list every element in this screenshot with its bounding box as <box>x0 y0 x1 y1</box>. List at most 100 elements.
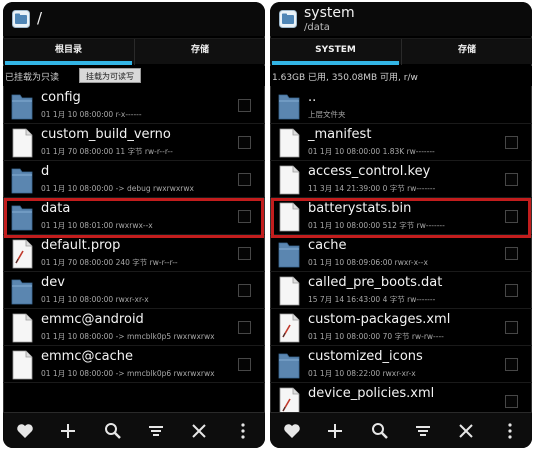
file-row[interactable]: called_pre_boots.dat 15 7月 14 16:43:00 4 … <box>270 273 532 309</box>
close-icon[interactable] <box>189 421 209 441</box>
file-meta: 上层文件夹 <box>308 110 346 119</box>
file-row[interactable]: d 01 1月 10 08:00:00 -> debug rwxrwxrwx <box>3 162 265 198</box>
plus-icon[interactable] <box>58 421 78 441</box>
file-name: access_control.key <box>308 164 431 179</box>
file-name: default.prop <box>41 238 121 253</box>
path-title: / <box>37 9 43 27</box>
folder-icon <box>10 276 34 306</box>
select-checkbox[interactable] <box>238 136 251 149</box>
sort-icon[interactable] <box>413 421 433 441</box>
left-phone-screen: / 根目录 存储 已挂载为只读 挂载为可读写 config 01 1月 10 08… <box>3 2 265 448</box>
file-meta: 11 3月 14 21:39:00 0 字节 rw------- <box>308 184 436 193</box>
file-meta: 01 1月 10 08:00:00 rwxr-xr-x <box>41 295 149 304</box>
mount-bar: 已挂载为只读 挂载为可读写 <box>3 66 265 86</box>
file-name: called_pre_boots.dat <box>308 275 443 290</box>
storage-info: 1.63GB 已用, 350.08MB 可用, r/w <box>272 73 418 83</box>
select-checkbox[interactable] <box>505 247 518 260</box>
file-row[interactable]: dev 01 1月 10 08:00:00 rwxr-xr-x <box>3 273 265 309</box>
file-meta: 01 1月 10 08:00:00 r-x------ <box>41 110 142 119</box>
heart-icon[interactable] <box>282 421 302 441</box>
file-icon <box>10 128 34 158</box>
file-name: dev <box>41 275 65 290</box>
text-file-icon <box>277 313 301 343</box>
file-name: .. <box>308 90 317 105</box>
file-meta: 01 1月 70 08:00:00 240 字节 rw-r--r-- <box>41 258 178 267</box>
more-icon[interactable] <box>500 421 520 441</box>
search-icon[interactable] <box>370 421 390 441</box>
file-row[interactable]: emmc@cache 01 1月 10 08:00:00 -> mmcblk0p6… <box>3 347 265 383</box>
folder-icon <box>277 350 301 380</box>
file-icon <box>277 276 301 306</box>
select-checkbox[interactable] <box>238 173 251 186</box>
folder-icon <box>277 239 301 269</box>
file-list: .. 上层文件夹 _manifest 01 1月 10 08:00:00 1.83K … <box>270 88 532 412</box>
file-row[interactable]: default.prop 01 1月 70 08:00:00 240 字节 rw-… <box>3 236 265 272</box>
select-checkbox[interactable] <box>505 321 518 334</box>
folder-icon <box>277 91 301 121</box>
select-checkbox[interactable] <box>238 247 251 260</box>
more-icon[interactable] <box>233 421 253 441</box>
file-meta: 01 1月 10 08:00:00 -> mmcblk0p6 rwxrwxrwx <box>41 369 215 378</box>
file-name: d <box>41 164 50 179</box>
file-name: emmc@android <box>41 312 144 327</box>
file-name: cache <box>308 238 347 253</box>
select-checkbox[interactable] <box>238 358 251 371</box>
bottom-toolbar <box>270 412 532 448</box>
file-row[interactable]: config 01 1月 10 08:00:00 r-x------ <box>3 88 265 124</box>
file-row[interactable]: device_policies.xml <box>270 384 532 412</box>
select-checkbox[interactable] <box>238 284 251 297</box>
search-icon[interactable] <box>103 421 123 441</box>
file-name: device_policies.xml <box>308 386 435 401</box>
file-row[interactable]: access_control.key 11 3月 14 21:39:00 0 字节… <box>270 162 532 198</box>
folder-icon <box>10 91 34 121</box>
folder-icon <box>10 165 34 195</box>
text-file-icon <box>277 387 301 412</box>
select-checkbox[interactable] <box>238 321 251 334</box>
title-bar: system /data <box>270 2 532 36</box>
active-tab-indicator <box>272 61 399 65</box>
file-icon <box>277 165 301 195</box>
file-icon <box>277 128 301 158</box>
heart-icon[interactable] <box>15 421 35 441</box>
active-tab-indicator <box>5 61 132 65</box>
file-name: customized_icons <box>308 349 423 364</box>
file-row[interactable]: customized_icons 01 1月 10 08:22:00 rwxr-x… <box>270 347 532 383</box>
file-meta: 01 1月 10 08:00:00 70 字节 rw-rw---- <box>308 332 444 341</box>
file-row[interactable]: cache 01 1月 10 08:09:06:00 rwxr-x--x <box>270 236 532 272</box>
app-icon[interactable] <box>279 10 297 28</box>
tab-bar: SYSTEM 存储 <box>270 38 532 65</box>
select-checkbox[interactable] <box>505 358 518 371</box>
title-bar: / <box>3 2 265 36</box>
file-meta: 01 1月 10 08:09:06:00 rwxr-x--x <box>308 258 428 267</box>
file-row[interactable]: _manifest 01 1月 10 08:00:00 1.83K rw-----… <box>270 125 532 161</box>
file-row[interactable]: custom-packages.xml 01 1月 10 08:00:00 70 … <box>270 310 532 346</box>
close-icon[interactable] <box>456 421 476 441</box>
tab-storage[interactable]: 存储 <box>401 39 532 65</box>
sort-icon[interactable] <box>146 421 166 441</box>
file-meta: 01 1月 70 08:00:00 11 字节 rw-r--r-- <box>41 147 173 156</box>
file-name: emmc@cache <box>41 349 133 364</box>
plus-icon[interactable] <box>325 421 345 441</box>
file-row[interactable]: .. 上层文件夹 <box>270 88 532 124</box>
tab-bar: 根目录 存储 <box>3 38 265 65</box>
select-checkbox[interactable] <box>505 395 518 408</box>
tab-root-label: 根目录 <box>54 45 82 55</box>
select-checkbox[interactable] <box>505 173 518 186</box>
highlight-box <box>271 198 531 238</box>
file-name: config <box>41 90 81 105</box>
bottom-toolbar <box>3 412 265 448</box>
tab-storage[interactable]: 存储 <box>134 39 265 65</box>
app-icon[interactable] <box>12 10 30 28</box>
tab-system[interactable]: SYSTEM <box>270 39 401 65</box>
file-list: config 01 1月 10 08:00:00 r-x------ custom_… <box>3 88 265 412</box>
path-title: system <box>304 5 355 21</box>
select-checkbox[interactable] <box>505 284 518 297</box>
file-icon <box>10 313 34 343</box>
file-row[interactable]: emmc@android 01 1月 10 08:00:00 -> mmcblk0… <box>3 310 265 346</box>
file-meta: 01 1月 10 08:22:00 rwxr-xr-x <box>308 369 416 378</box>
mount-rw-button[interactable]: 挂载为可读写 <box>79 68 141 83</box>
file-row[interactable]: custom_build_verno 01 1月 70 08:00:00 11 字… <box>3 125 265 161</box>
select-checkbox[interactable] <box>238 99 251 112</box>
tab-root[interactable]: 根目录 <box>3 39 134 65</box>
select-checkbox[interactable] <box>505 136 518 149</box>
